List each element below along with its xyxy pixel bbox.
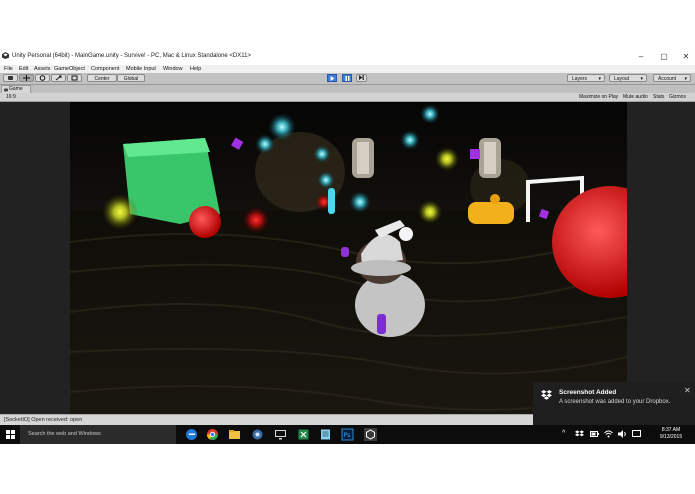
- network-icon[interactable]: [251, 428, 264, 441]
- notepad-icon[interactable]: [319, 428, 332, 441]
- file-explorer-icon[interactable]: [228, 428, 241, 441]
- menu-mobile-input[interactable]: Mobile Input: [126, 65, 156, 73]
- photoshop-icon[interactable]: Ps: [341, 428, 354, 441]
- maximize-button[interactable]: ▢: [657, 51, 671, 62]
- window-title: Unity Personal (64bit) - MainGame.unity …: [12, 53, 251, 59]
- chevron-down-icon: ▾: [598, 76, 601, 82]
- mute-audio-toggle[interactable]: Mute audio: [623, 93, 648, 101]
- menu-file[interactable]: File: [4, 65, 13, 73]
- edge-icon[interactable]: [185, 428, 198, 441]
- dropbox-icon: [541, 390, 552, 400]
- window-title-bar: Unity Personal (64bit) - MainGame.unity …: [0, 48, 695, 65]
- taskbar-search-box[interactable]: Search the web and Windows: [20, 425, 176, 444]
- chrome-icon[interactable]: [206, 428, 219, 441]
- taskbar-clock[interactable]: 8:37 AM 9/13/2015: [648, 427, 694, 441]
- dropbox-notification[interactable]: Screenshot Added A screenshot was added …: [533, 382, 695, 425]
- center-label: Center: [94, 76, 110, 82]
- hand-icon: [8, 76, 13, 80]
- battery-icon[interactable]: [590, 431, 599, 437]
- chevron-down-icon: ▾: [640, 76, 643, 82]
- pause-icon: [345, 76, 349, 81]
- close-icon[interactable]: ✕: [684, 386, 691, 395]
- layout-dropdown[interactable]: Layout ▾: [609, 74, 647, 82]
- volume-icon[interactable]: [618, 430, 627, 438]
- pivot-center-button[interactable]: Center: [87, 74, 117, 82]
- account-label: Account: [658, 76, 677, 82]
- tab-game[interactable]: Game: [1, 85, 31, 93]
- game-controller-icon: [4, 88, 8, 92]
- action-center-icon[interactable]: [632, 430, 641, 438]
- game-view-toolbar: 16:9 Maximize on Play Mute audio Stats G…: [0, 93, 695, 102]
- rotate-tool-button[interactable]: [35, 74, 50, 82]
- play-button[interactable]: [327, 74, 337, 82]
- hand-tool-button[interactable]: [3, 74, 18, 82]
- menu-component[interactable]: Component: [91, 65, 119, 73]
- step-icon: [359, 75, 364, 80]
- svg-text:Ps: Ps: [344, 432, 351, 439]
- rotate-icon: [39, 75, 46, 81]
- rect-icon: [71, 75, 78, 81]
- notification-title: Screenshot Added: [559, 389, 617, 396]
- chevron-up-icon[interactable]: ^: [562, 430, 565, 437]
- gizmos-dropdown[interactable]: Gizmos: [669, 93, 686, 101]
- stats-toggle[interactable]: Stats: [653, 93, 664, 101]
- menu-assets[interactable]: Assets: [34, 65, 51, 73]
- game-scene: [70, 102, 627, 414]
- move-arrows-icon: [23, 75, 30, 81]
- pivot-global-button[interactable]: Global: [117, 74, 145, 82]
- menu-gameobject[interactable]: GameObject: [54, 65, 85, 73]
- monitor-icon[interactable]: [274, 428, 287, 441]
- unity-logo-icon: [2, 52, 9, 59]
- menu-bar: File Edit Assets GameObject Component Mo…: [0, 65, 695, 73]
- clock-date: 9/13/2015: [659, 434, 683, 440]
- dropbox-tray-icon[interactable]: [575, 430, 584, 439]
- close-button[interactable]: ✕: [679, 51, 693, 62]
- account-dropdown[interactable]: Account ▾: [653, 74, 691, 82]
- chevron-down-icon: ▾: [684, 76, 687, 82]
- global-label: Global: [123, 76, 139, 82]
- scale-tool-button[interactable]: [51, 74, 66, 82]
- menu-edit[interactable]: Edit: [19, 65, 28, 73]
- aspect-ratio-dropdown[interactable]: 16:9: [6, 93, 16, 101]
- panel-tab-bar: Game: [0, 85, 695, 93]
- layout-label: Layout: [614, 76, 630, 82]
- game-viewport[interactable]: [70, 102, 627, 414]
- wifi-icon[interactable]: [604, 430, 613, 438]
- layers-dropdown[interactable]: Layers ▾: [567, 74, 605, 82]
- maximize-on-play-toggle[interactable]: Maximize on Play: [579, 93, 618, 101]
- windows-taskbar: Search the web and Windows Ps ^ 8:37 AM …: [0, 425, 695, 444]
- scale-icon: [55, 75, 62, 81]
- notification-message: A screenshot was added to your Dropbox.: [559, 399, 671, 405]
- editor-toolbar: Center Global Layers ▾ Layout ▾ Account …: [0, 73, 695, 85]
- minimize-button[interactable]: –: [634, 51, 648, 62]
- play-icon: [330, 76, 334, 81]
- layers-label: Layers: [572, 76, 588, 82]
- step-button[interactable]: [356, 74, 367, 82]
- menu-help[interactable]: Help: [190, 65, 201, 73]
- move-tool-button[interactable]: [19, 74, 34, 82]
- pause-button[interactable]: [342, 74, 352, 82]
- unity-icon[interactable]: [364, 428, 377, 441]
- clock-time: 8:37 AM: [661, 427, 681, 433]
- game-tab-label: Game: [9, 86, 23, 92]
- rect-tool-button[interactable]: [67, 74, 82, 82]
- status-message: [SocketIO] Open received: open: [4, 417, 83, 423]
- search-placeholder: Search the web and Windows: [28, 431, 101, 437]
- excel-icon[interactable]: [297, 428, 310, 441]
- windows-start-icon[interactable]: [6, 430, 15, 439]
- menu-window[interactable]: Window: [163, 65, 183, 73]
